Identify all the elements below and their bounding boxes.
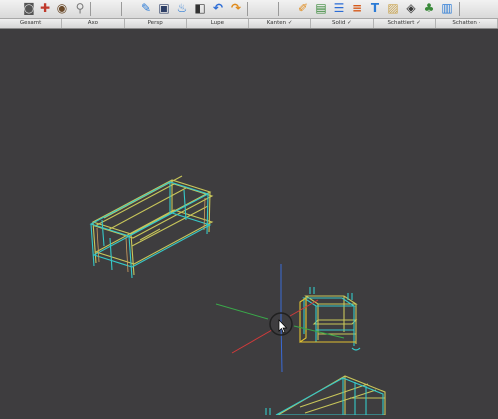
camera-icon: ◙ bbox=[23, 1, 35, 15]
view-option-2[interactable]: Persp bbox=[125, 19, 187, 28]
toolbar-separator bbox=[247, 2, 248, 16]
pencil-button[interactable]: ✐ bbox=[296, 1, 310, 16]
view-option-3[interactable]: Lupe bbox=[187, 19, 249, 28]
building-button[interactable]: ▥ bbox=[440, 1, 454, 16]
camera-button[interactable]: ◙ bbox=[22, 1, 36, 16]
document-button[interactable]: ▤ bbox=[314, 1, 328, 16]
toolbar-separator bbox=[121, 2, 122, 16]
toolbar-separator bbox=[278, 2, 279, 16]
save-button[interactable]: ▣ bbox=[157, 1, 171, 16]
pushpin-icon: ✚ bbox=[39, 1, 51, 15]
layers-button[interactable]: ◈ bbox=[404, 1, 418, 16]
layers-icon: ◈ bbox=[406, 1, 416, 15]
texture-icon: ▨ bbox=[387, 1, 399, 15]
paint-icon: ✎ bbox=[140, 1, 152, 15]
tree-icon: ♣ bbox=[423, 1, 435, 15]
save-icon: ▣ bbox=[158, 1, 170, 15]
tree-button[interactable]: ♣ bbox=[422, 1, 436, 16]
text-icon: T bbox=[370, 1, 380, 15]
3d-viewport[interactable] bbox=[0, 29, 498, 416]
view-option-4[interactable]: Kanten ✓ bbox=[249, 19, 312, 28]
view-option-0[interactable]: Gesamt bbox=[0, 19, 63, 28]
flame-button[interactable]: ♨ bbox=[175, 1, 189, 16]
toolbar-separator bbox=[90, 2, 91, 16]
redo-icon: ↷ bbox=[230, 1, 242, 15]
viewport-background bbox=[0, 29, 498, 415]
view-options-bar: Gesamt Axo Persp Lupe Kanten ✓ Solid ✓ Schatti… bbox=[0, 19, 498, 29]
list-button[interactable]: ☰ bbox=[332, 1, 346, 16]
view-option-1[interactable]: Axo bbox=[62, 19, 125, 28]
render-button[interactable]: ◧ bbox=[193, 1, 207, 16]
document-icon: ▤ bbox=[315, 1, 327, 15]
list-icon: ☰ bbox=[333, 1, 345, 15]
building-icon: ▥ bbox=[441, 1, 453, 15]
walk-icon: ⚲ bbox=[75, 1, 85, 15]
redo-button[interactable]: ↷ bbox=[229, 1, 243, 16]
main-toolbar: ◙ ✚ ◉ ⚲ ✎ ▣ ♨ ◧ ↶ ↷ ✐ ▤ ☰ ≡ T ▨ ◈ ♣ ▥ bbox=[0, 0, 498, 19]
undo-icon: ↶ bbox=[212, 1, 224, 15]
render-icon: ◧ bbox=[194, 1, 206, 15]
view-option-5[interactable]: Solid ✓ bbox=[311, 19, 374, 28]
toolbar-separator bbox=[459, 2, 460, 16]
eye-icon: ◉ bbox=[56, 1, 68, 15]
view-option-7[interactable]: Schatten · bbox=[436, 19, 498, 28]
view-option-6[interactable]: Schattiert ✓ bbox=[374, 19, 436, 28]
3d-scene[interactable] bbox=[0, 29, 498, 416]
walk-button[interactable]: ⚲ bbox=[73, 1, 87, 16]
pencil-icon: ✐ bbox=[297, 1, 309, 15]
paint-button[interactable]: ✎ bbox=[139, 1, 153, 16]
eye-button[interactable]: ◉ bbox=[55, 1, 69, 16]
stairs-button[interactable]: ≡ bbox=[350, 1, 364, 16]
pushpin-button[interactable]: ✚ bbox=[38, 1, 52, 16]
texture-button[interactable]: ▨ bbox=[386, 1, 400, 16]
stairs-icon: ≡ bbox=[351, 1, 363, 15]
text-button[interactable]: T bbox=[368, 1, 382, 16]
flame-icon: ♨ bbox=[176, 1, 188, 15]
undo-button[interactable]: ↶ bbox=[211, 1, 225, 16]
